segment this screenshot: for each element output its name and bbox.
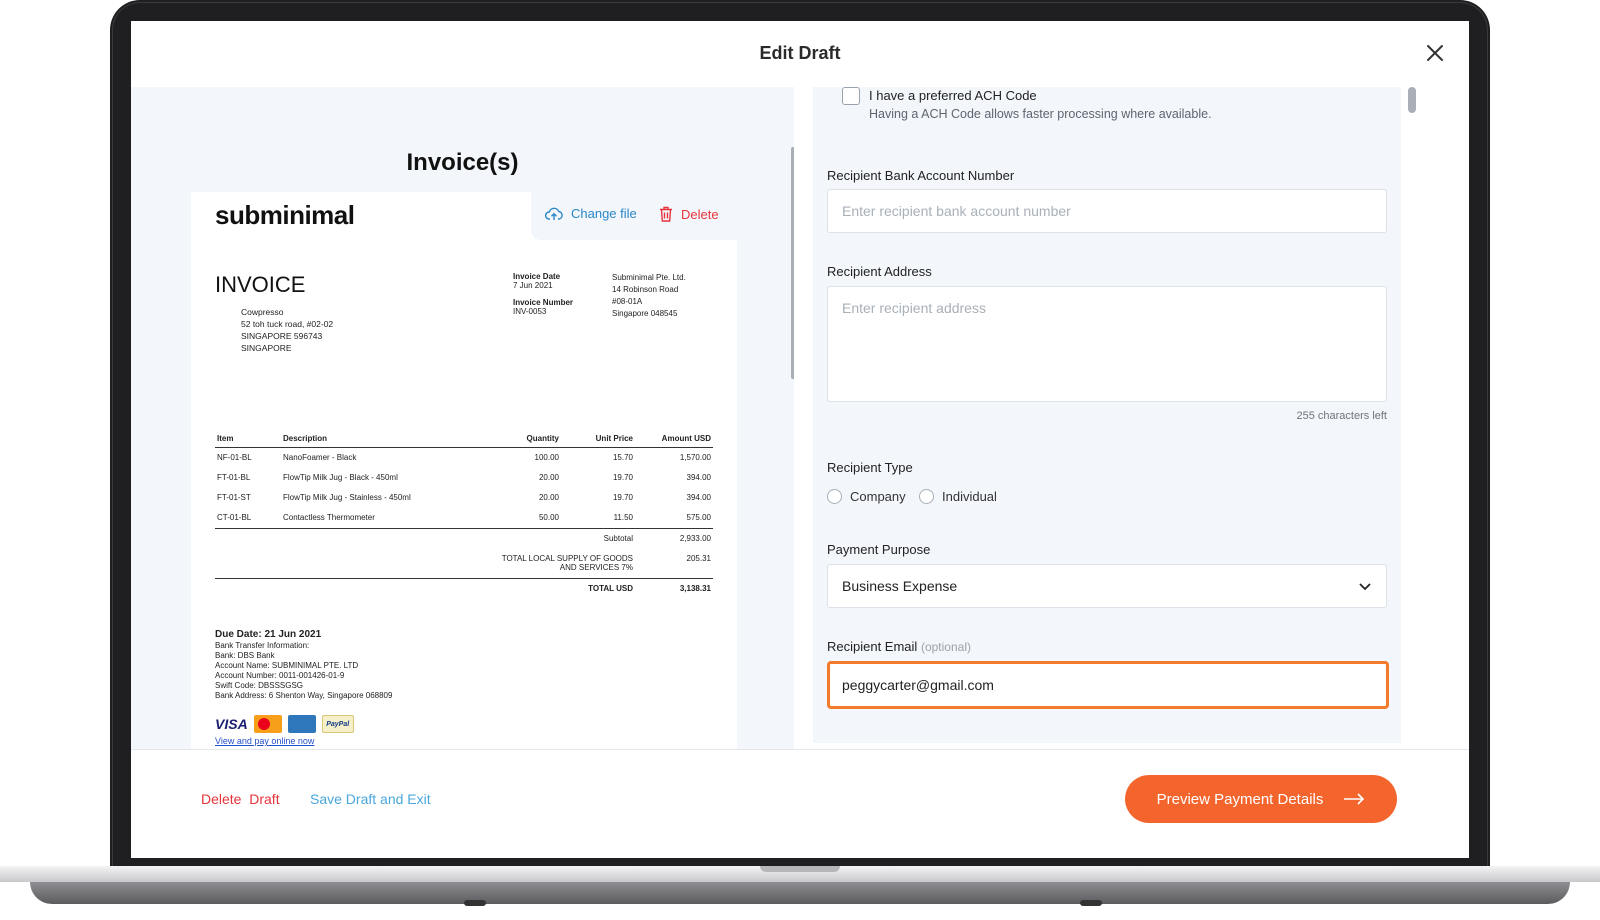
table-row: CT-01-BL Contactless Thermometer 50.00 11.…: [215, 508, 713, 529]
laptop-base: [0, 866, 1600, 920]
modal-footer: Delete Draft Save Draft and Exit Preview…: [131, 749, 1469, 858]
amex-logo: [287, 715, 316, 733]
radio-circle: [919, 489, 934, 504]
delete-file-button[interactable]: Delete: [659, 206, 719, 222]
account-number-label: Recipient Bank Account Number: [827, 168, 1015, 183]
change-file-button[interactable]: Change file: [545, 206, 637, 221]
email-input[interactable]: [827, 661, 1389, 709]
payment-purpose-select[interactable]: Business Expense: [827, 564, 1387, 608]
table-row: FT-01-BL FlowTip Milk Jug - Black - 450ml…: [217, 473, 711, 482]
trash-icon: [660, 206, 672, 222]
delete-file-label: Delete: [681, 206, 719, 222]
file-actions: Change file Delete: [531, 192, 737, 240]
ach-code-help: Having a ACH Code allows faster processi…: [869, 107, 1212, 121]
arrow-right-icon: [1344, 793, 1365, 805]
modal-title: Edit Draft: [759, 43, 841, 63]
chevron-down-icon: [1359, 582, 1371, 590]
ach-code-checkbox[interactable]: [842, 87, 860, 105]
invoice-line-items: Item Description Quantity Unit Price Amo…: [215, 432, 713, 599]
visa-logo: VISA: [215, 716, 248, 732]
paypal-logo: PayPal: [321, 715, 354, 733]
address-label: Recipient Address: [827, 264, 932, 279]
invoice-logo: subminimal: [215, 200, 355, 230]
invoice-preview-pane: Invoice(s) Change file Delete subminimal…: [131, 87, 794, 770]
invoice-bill-to: Cowpresso 52 toh tuck road, #02-02 SINGA…: [241, 307, 334, 353]
mastercard-logo: [253, 715, 282, 733]
modal-header: Edit Draft: [131, 21, 1469, 87]
radio-circle: [827, 489, 842, 504]
cloud-upload-icon: [545, 207, 563, 220]
total-row: TOTAL USD 3,138.31: [588, 584, 711, 593]
radio-individual[interactable]: Individual: [919, 489, 997, 504]
payment-card-logos: VISA PayPal: [215, 715, 354, 733]
address-char-count: 255 characters left: [1296, 410, 1388, 422]
account-number-input[interactable]: [827, 189, 1387, 233]
email-optional-hint: (optional): [920, 640, 971, 654]
invoice-from-address: Subminimal Pte. Ltd. 14 Robinson Road #0…: [612, 273, 686, 318]
preview-button-label: Preview Payment Details: [1156, 790, 1324, 808]
screen: Edit Draft Invoice(s) Change file Delete…: [131, 21, 1469, 858]
invoice-heading: INVOICE: [215, 272, 306, 297]
form-scrollbar[interactable]: [1408, 87, 1416, 113]
recipient-type-label: Recipient Type: [827, 460, 913, 475]
save-draft-exit-button[interactable]: Save Draft and Exit: [310, 791, 431, 807]
ach-code-label: I have a preferred ACH Code: [869, 88, 1037, 103]
invoice-meta: Invoice Date 7 Jun 2021 Invoice Number I…: [513, 272, 574, 316]
subtotal-row: Subtotal 2,933.00: [603, 534, 711, 543]
radio-company[interactable]: Company: [827, 489, 906, 504]
table-row: NF-01-BL NanoFoamer - Black 100.00 15.70 1,…: [217, 453, 711, 462]
pay-online-link[interactable]: View and pay online now: [215, 736, 314, 746]
invoice-document: Change file Delete subminimal INVOICE Co…: [191, 192, 737, 770]
email-label: Recipient Email (optional): [827, 639, 971, 654]
recipient-form-pane: I have a preferred ACH Code Having a ACH…: [794, 87, 1469, 770]
radio-company-label: Company: [850, 489, 906, 504]
tax-row: TOTAL LOCAL SUPPLY OF GOODS AND SERVICES …: [215, 549, 713, 579]
close-icon[interactable]: [1423, 41, 1447, 65]
table-row: FT-01-ST FlowTip Milk Jug - Stainless - 4…: [217, 493, 711, 502]
delete-draft-button[interactable]: Delete Draft: [201, 791, 280, 807]
form-area: I have a preferred ACH Code Having a ACH…: [813, 87, 1401, 743]
preview-payment-details-button[interactable]: Preview Payment Details: [1125, 775, 1397, 823]
address-input[interactable]: [827, 286, 1387, 402]
invoices-title: Invoice(s): [406, 149, 519, 176]
payment-purpose-value: Business Expense: [842, 578, 958, 594]
radio-individual-label: Individual: [942, 489, 997, 504]
change-file-label: Change file: [571, 206, 637, 221]
invoice-payment-info: Due Date: 21 Jun 2021 Bank Transfer Info…: [215, 629, 393, 701]
payment-purpose-label: Payment Purpose: [827, 542, 931, 557]
